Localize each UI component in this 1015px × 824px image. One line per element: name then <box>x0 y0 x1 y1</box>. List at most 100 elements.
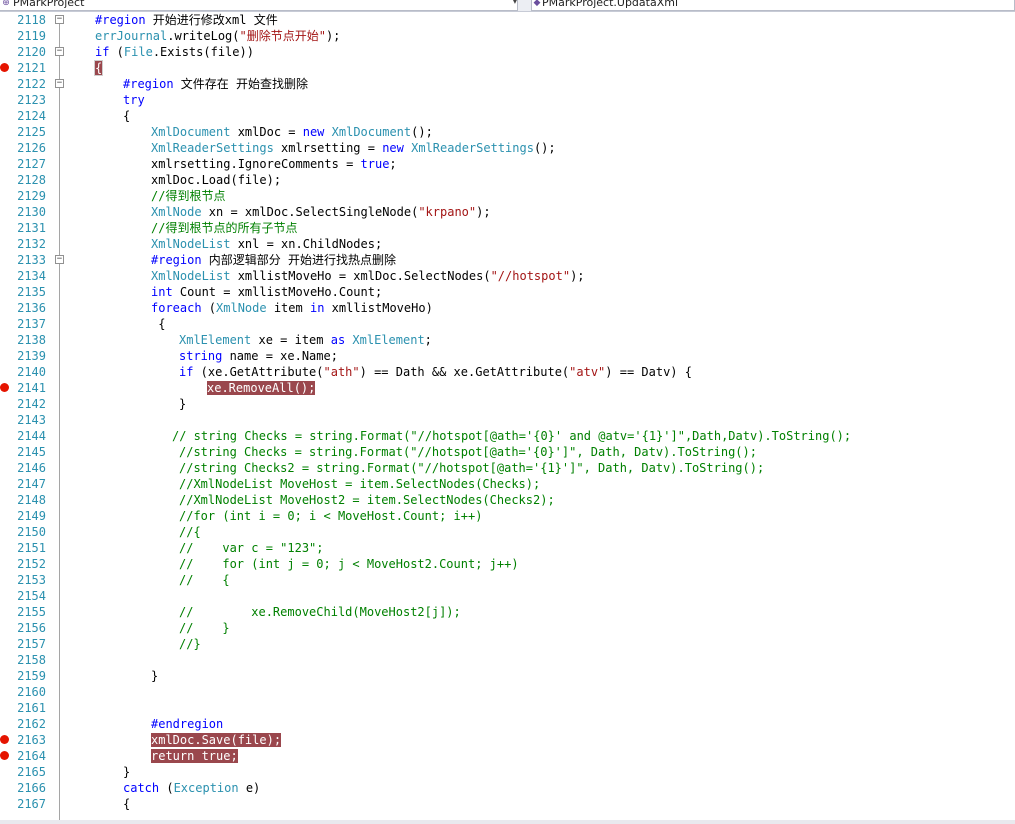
code-line[interactable]: 2141 xe.RemoveAll(); <box>0 380 1015 396</box>
code-line[interactable]: 2156 // } <box>0 620 1015 636</box>
code-line[interactable]: 2155 // xe.RemoveChild(MoveHost2[j]); <box>0 604 1015 620</box>
code-line[interactable]: 2143 <box>0 412 1015 428</box>
code-editor[interactable]: 2118− #region 开始进行修改xml 文件 2119 errJournal.… <box>0 12 1015 824</box>
breakpoint-icon[interactable] <box>0 383 9 392</box>
code-token: } <box>179 397 187 411</box>
code-line[interactable]: 2135 int Count = xmllistMoveHo.Count; <box>0 284 1015 300</box>
code-line[interactable]: 2128 xmlDoc.Load(file); <box>0 172 1015 188</box>
code-line[interactable]: 2157 //} <box>0 636 1015 652</box>
code-line[interactable]: 2131 //得到根节点的所有子节点 <box>0 220 1015 236</box>
code-line[interactable]: 2150 //{ <box>0 524 1015 540</box>
code-line[interactable]: 2166 catch (Exception e) <box>0 780 1015 796</box>
member-combo-label: PMarkProject.UpdataXml <box>542 0 679 9</box>
line-number: 2151 <box>17 541 46 555</box>
code-line[interactable]: 2163 xmlDoc.Save(file); <box>0 732 1015 748</box>
code-line[interactable]: 2132 XmlNodeList xnl = xn.ChildNodes; <box>0 236 1015 252</box>
code-token: ( <box>109 45 124 59</box>
code-line[interactable]: 2121 { <box>0 60 1015 76</box>
code-line[interactable]: 2153 // { <box>0 572 1015 588</box>
code-line[interactable]: 2138 XmlElement xe = item as XmlElement; <box>0 332 1015 348</box>
code-line[interactable]: 2120− if (File.Exists(file)) <box>0 44 1015 60</box>
code-text: #endregion <box>151 716 223 732</box>
code-line[interactable]: 2147 //XmlNodeList MoveHost = item.Select… <box>0 476 1015 492</box>
code-line[interactable]: 2160 <box>0 684 1015 700</box>
breakpoint-icon[interactable] <box>0 751 9 760</box>
line-number: 2143 <box>17 413 46 427</box>
code-line[interactable]: 2136 foreach (XmlNode item in xmllistMove… <box>0 300 1015 316</box>
collapse-icon[interactable]: − <box>55 79 64 88</box>
code-line[interactable]: 2137 { <box>0 316 1015 332</box>
code-line[interactable]: 2118− #region 开始进行修改xml 文件 <box>0 12 1015 28</box>
code-text: //得到根节点 <box>151 188 225 204</box>
code-line[interactable]: 2134 XmlNodeList xmllistMoveHo = xmlDoc.S… <box>0 268 1015 284</box>
code-token: ; <box>389 157 397 171</box>
code-line[interactable]: 2130 XmlNode xn = xmlDoc.SelectSingleNode… <box>0 204 1015 220</box>
code-token: XmlNodeList <box>151 269 231 283</box>
code-line[interactable]: 2145 //string Checks = string.Format("//h… <box>0 444 1015 460</box>
line-number: 2135 <box>17 285 46 299</box>
project-combo[interactable]: ⊕ PMarkProject ▼ <box>0 0 518 11</box>
line-number: 2131 <box>17 221 46 235</box>
code-line[interactable]: 2149 //for (int i = 0; i < MoveHost.Count… <box>0 508 1015 524</box>
class-icon: ⊕ <box>2 0 10 8</box>
code-line[interactable]: 2123 try <box>0 92 1015 108</box>
code-token: return true; <box>151 749 238 763</box>
collapse-icon[interactable]: − <box>55 15 64 24</box>
code-token: xmlrsetting.IgnoreComments = <box>151 157 361 171</box>
collapse-icon[interactable]: − <box>55 47 64 56</box>
code-token: //for (int i = 0; i < MoveHost.Count; i+… <box>179 509 483 523</box>
breakpoint-icon[interactable] <box>0 735 9 744</box>
code-line[interactable]: 2144 // string Checks = string.Format("//… <box>0 428 1015 444</box>
code-token: xmllistMoveHo = xmlDoc.SelectNodes( <box>230 269 491 283</box>
code-line[interactable]: 2126 XmlReaderSettings xmlrsetting = new … <box>0 140 1015 156</box>
line-number: 2123 <box>17 93 46 107</box>
code-token: // var c = "123"; <box>179 541 324 555</box>
line-number: 2136 <box>17 301 46 315</box>
line-number: 2156 <box>17 621 46 635</box>
code-line[interactable]: 2148 //XmlNodeList MoveHost2 = item.Selec… <box>0 492 1015 508</box>
code-text: xe.RemoveAll(); <box>207 380 316 396</box>
line-number: 2153 <box>17 573 46 587</box>
breakpoint-icon[interactable] <box>0 63 9 72</box>
code-line[interactable]: 2146 //string Checks2 = string.Format("//… <box>0 460 1015 476</box>
horizontal-scrollbar[interactable] <box>0 820 1015 824</box>
line-number: 2137 <box>17 317 46 331</box>
chevron-down-icon[interactable]: ▼ <box>509 0 517 7</box>
code-line[interactable]: 2161 <box>0 700 1015 716</box>
code-line[interactable]: 2139 string name = xe.Name; <box>0 348 1015 364</box>
code-token: ; <box>424 333 432 347</box>
code-line[interactable]: 2127 xmlrsetting.IgnoreComments = true; <box>0 156 1015 172</box>
line-number: 2157 <box>17 637 46 651</box>
code-line[interactable]: 2133− #region 内部逻辑部分 开始进行找热点删除 <box>0 252 1015 268</box>
code-line[interactable]: 2158 <box>0 652 1015 668</box>
code-line[interactable]: 2154 <box>0 588 1015 604</box>
code-line[interactable]: 2159} <box>0 668 1015 684</box>
code-line[interactable]: 2129 //得到根节点 <box>0 188 1015 204</box>
code-line[interactable]: 2151 // var c = "123"; <box>0 540 1015 556</box>
code-text: int Count = xmllistMoveHo.Count; <box>151 284 382 300</box>
line-number: 2150 <box>17 525 46 539</box>
code-line[interactable]: 2152 // for (int j = 0; j < MoveHost2.Cou… <box>0 556 1015 572</box>
line-number: 2144 <box>17 429 46 443</box>
code-line[interactable]: 2164 return true; <box>0 748 1015 764</box>
code-token: int <box>151 285 173 299</box>
code-token: e) <box>238 781 261 795</box>
code-token: errJournal <box>95 29 168 43</box>
code-line[interactable]: 2142} <box>0 396 1015 412</box>
code-line[interactable]: 2140 if (xe.GetAttribute("ath") == Dath &… <box>0 364 1015 380</box>
code-line[interactable]: 2122− #region 文件存在 开始查找删除 <box>0 76 1015 92</box>
code-line[interactable]: 2162 #endregion <box>0 716 1015 732</box>
line-number: 2133 <box>17 253 46 267</box>
code-text: //{ <box>179 524 201 540</box>
member-combo[interactable]: ◆ PMarkProject.UpdataXml <box>531 0 1015 11</box>
collapse-icon[interactable]: − <box>55 255 64 264</box>
code-line[interactable]: 2165} <box>0 764 1015 780</box>
code-line[interactable]: 2119 errJournal.writeLog("删除节点开始"); <box>0 28 1015 44</box>
code-line[interactable]: 2124 { <box>0 108 1015 124</box>
line-number: 2124 <box>17 109 46 123</box>
code-line[interactable]: 2125 XmlDocument xmlDoc = new XmlDocument… <box>0 124 1015 140</box>
code-text: //得到根节点的所有子节点 <box>151 220 297 236</box>
code-line[interactable]: 2167 { <box>0 796 1015 812</box>
line-number: 2166 <box>17 781 46 795</box>
